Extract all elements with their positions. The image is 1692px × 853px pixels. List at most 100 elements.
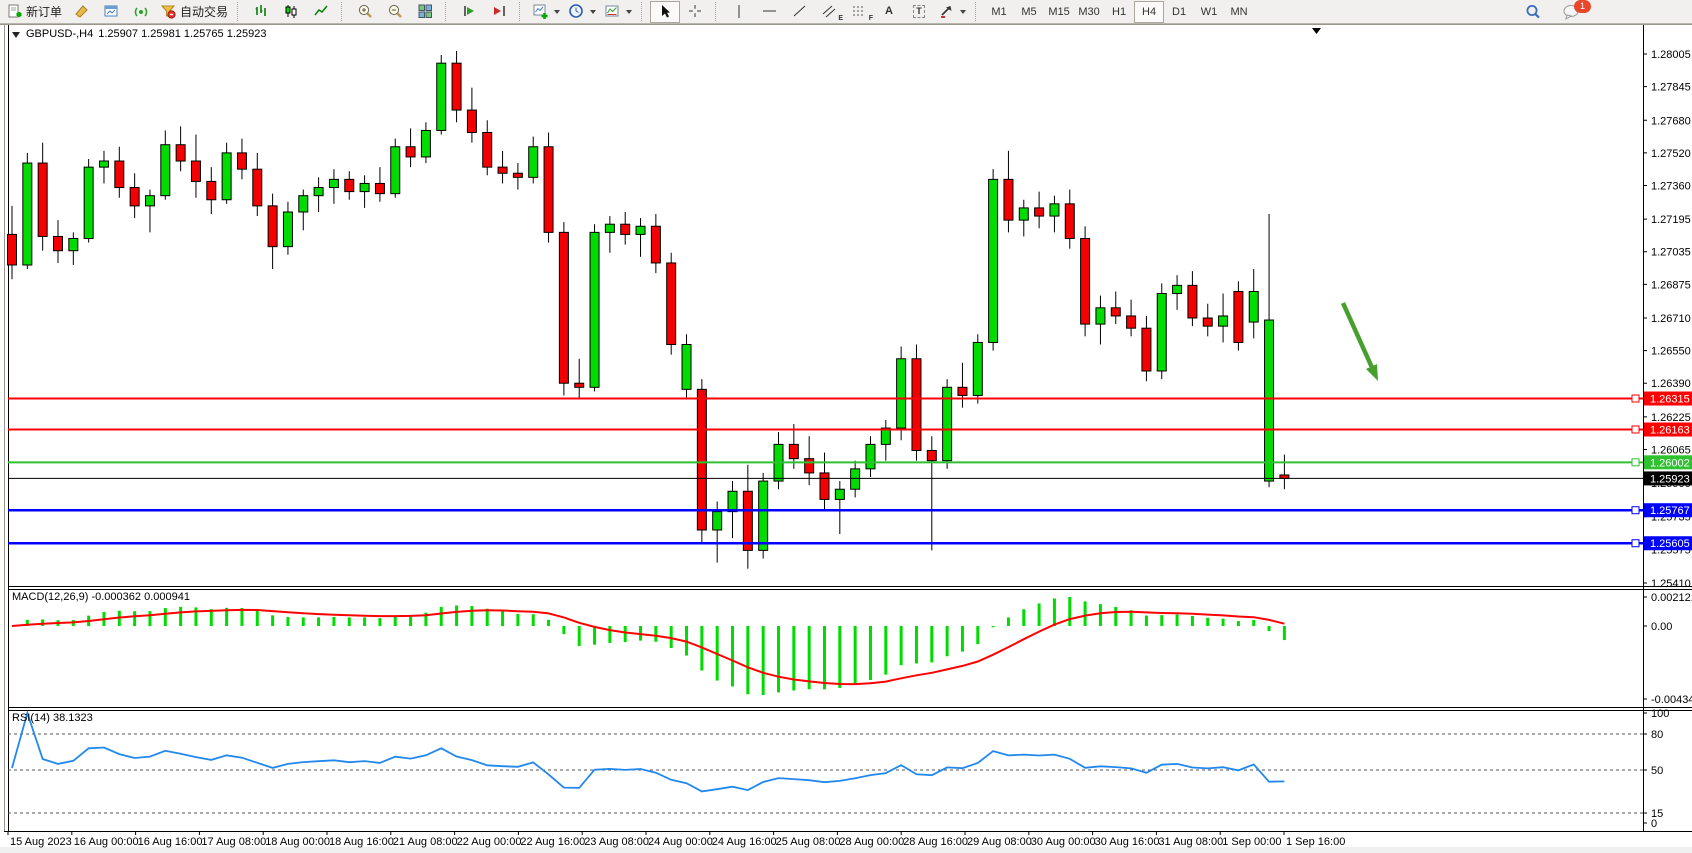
trendline-button[interactable] — [784, 1, 814, 23]
candle — [973, 334, 982, 403]
time-tick-label: 18 Aug 00:00 — [265, 836, 330, 848]
fibonacci-icon — [851, 3, 868, 20]
rsi-tick-label: 50 — [1651, 765, 1663, 777]
auto-trading-label: 自动交易 — [180, 3, 228, 20]
timeframe-m15-button[interactable]: M15 — [1044, 1, 1074, 23]
line-chart-icon — [313, 3, 330, 20]
timeframe-label: M30 — [1078, 6, 1099, 18]
current-price-tag-label: 1.25923 — [1650, 473, 1690, 485]
price-tick-label: 1.26710 — [1651, 313, 1691, 325]
level-anchor-handle[interactable] — [1632, 426, 1639, 433]
bar-chart-icon — [253, 3, 270, 20]
text-button[interactable]: A — [874, 1, 904, 23]
price-tick-label: 1.27360 — [1651, 180, 1691, 192]
zoom-out-icon — [387, 3, 404, 20]
chart-dropdown-icon[interactable] — [12, 30, 21, 39]
arrows-button[interactable] — [934, 1, 970, 23]
timeframe-label: M1 — [991, 6, 1006, 18]
text-label-button[interactable]: T — [904, 1, 934, 23]
chart-shift-icon — [491, 3, 508, 20]
styler-button[interactable] — [66, 1, 96, 23]
timeframe-h1-button[interactable]: H1 — [1104, 1, 1134, 23]
level-anchor-handle[interactable] — [1632, 507, 1639, 514]
dropdown-caret-icon — [590, 10, 596, 14]
level-price-tag-label: 1.26163 — [1650, 424, 1690, 436]
equidistant-channel-button[interactable]: E — [814, 1, 844, 23]
template-icon — [604, 3, 621, 20]
level-price-tag-label: 1.25605 — [1650, 538, 1690, 550]
level-anchor-handle[interactable] — [1632, 395, 1639, 402]
indicators-button[interactable] — [528, 1, 564, 23]
auto-trading-button[interactable]: 自动交易 — [156, 1, 232, 23]
chart-canvas[interactable]: 1.280051.278451.276801.275201.273601.271… — [0, 0, 1692, 853]
price-tick-label: 1.26065 — [1651, 444, 1691, 456]
time-tick-label: 30 Aug 16:00 — [1095, 836, 1160, 848]
periods-button[interactable] — [564, 1, 600, 23]
zoom-in-button[interactable] — [350, 1, 380, 23]
time-tick-label: 29 Aug 08:00 — [967, 836, 1032, 848]
macd-tick-label: -0.004348 — [1651, 694, 1692, 706]
rsi-tick-label: 80 — [1651, 729, 1663, 741]
timeframe-label: W1 — [1201, 6, 1218, 18]
trendline-icon — [791, 3, 808, 20]
timeframe-d1-button[interactable]: D1 — [1164, 1, 1194, 23]
price-tick-label: 1.25410 — [1651, 578, 1691, 590]
candle — [697, 379, 706, 542]
zoom-out-button[interactable] — [380, 1, 410, 23]
candle — [559, 222, 568, 395]
signal-icon — [133, 3, 150, 20]
search-button[interactable] — [1518, 1, 1548, 23]
channel-icon — [821, 3, 838, 20]
notifications-button[interactable]: 1 — [1556, 1, 1586, 23]
new-order-label: 新订单 — [26, 3, 62, 20]
cursor-icon — [657, 3, 674, 20]
macd-indicator-label: MACD(12,26,9) -0.000362 0.000941 — [12, 591, 190, 603]
line-chart-button[interactable] — [306, 1, 336, 23]
chart-background — [0, 24, 1692, 847]
price-tick-label: 1.27845 — [1651, 82, 1691, 94]
price-tick-label: 1.26875 — [1651, 279, 1691, 291]
chart-title: GBPUSD-,H4 1.25907 1.25981 1.25765 1.259… — [12, 28, 266, 40]
time-tick-label: 22 Aug 00:00 — [457, 836, 522, 848]
timeframe-h4-button[interactable]: H4 — [1134, 1, 1164, 23]
chart-window-button[interactable] — [96, 1, 126, 23]
time-tick-label: 16 Aug 16:00 — [138, 836, 203, 848]
candle — [84, 159, 93, 243]
timeframe-m5-button[interactable]: M5 — [1014, 1, 1044, 23]
vertical-line-icon — [731, 3, 748, 20]
candle — [989, 169, 998, 350]
candlestick-chart-button[interactable] — [276, 1, 306, 23]
timeframe-m1-button[interactable]: M1 — [984, 1, 1014, 23]
signal-button[interactable] — [126, 1, 156, 23]
candle — [897, 347, 906, 441]
auto-scroll-button[interactable] — [454, 1, 484, 23]
templates-button[interactable] — [600, 1, 636, 23]
vertical-line-button[interactable] — [724, 1, 754, 23]
price-tick-label: 1.28005 — [1651, 49, 1691, 61]
candle — [943, 379, 952, 469]
level-anchor-handle[interactable] — [1632, 459, 1639, 466]
candle — [1081, 226, 1090, 336]
bar-chart-button[interactable] — [246, 1, 276, 23]
tile-windows-button[interactable] — [410, 1, 440, 23]
new-order-button[interactable]: 新订单 — [2, 1, 66, 23]
price-tick-label: 1.27195 — [1651, 214, 1691, 226]
cursor-button[interactable] — [650, 1, 680, 23]
text-label-icon: T — [913, 5, 925, 18]
level-price-tag-label: 1.26315 — [1650, 394, 1690, 406]
fibonacci-letter: F — [869, 15, 873, 22]
candle — [1157, 283, 1166, 379]
timeframe-w1-button[interactable]: W1 — [1194, 1, 1224, 23]
timeframe-mn-button[interactable]: MN — [1224, 1, 1254, 23]
timeframe-m30-button[interactable]: M30 — [1074, 1, 1104, 23]
auto-scroll-icon — [461, 3, 478, 20]
fibonacci-button[interactable]: F — [844, 1, 874, 23]
macd-tick-label: 0.00 — [1651, 621, 1672, 633]
level-anchor-handle[interactable] — [1632, 540, 1639, 547]
candle — [682, 334, 691, 399]
crosshair-button[interactable] — [680, 1, 710, 23]
candle — [912, 344, 921, 460]
paint-icon — [73, 3, 90, 20]
chart-shift-button[interactable] — [484, 1, 514, 23]
horizontal-line-button[interactable] — [754, 1, 784, 23]
